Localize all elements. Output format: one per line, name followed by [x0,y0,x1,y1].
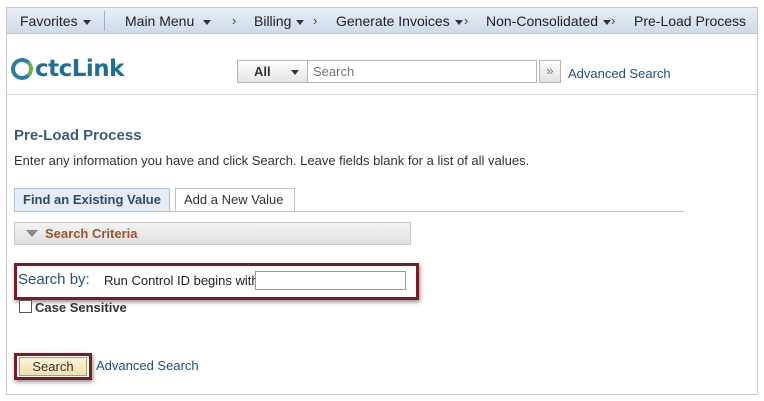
chevron-down-icon [291,70,299,75]
page-title: Pre-Load Process [14,127,142,144]
search-criteria-header[interactable]: Search Criteria [14,222,411,245]
breadcrumb-label: Billing [254,13,292,29]
breadcrumb-pre-load-process[interactable]: Pre-Load Process [634,8,746,34]
case-sensitive-checkbox[interactable] [19,300,32,313]
nav-divider [104,11,105,31]
chevron-down-icon [454,19,463,25]
tab-divider [14,211,684,212]
page-instructions: Enter any information you have and click… [14,153,530,168]
chevron-down-icon [296,19,305,25]
chevron-down-icon [82,19,91,25]
breadcrumb-label: Generate Invoices [336,13,450,29]
global-search-input[interactable] [308,60,537,83]
chevron-right-icon: › [611,13,616,28]
logo-text: ctcLink [35,56,124,82]
favorites-label: Favorites [20,13,78,29]
chevron-right-icon: › [313,13,318,28]
chevron-right-icon: › [232,13,237,28]
app-window: Favorites Main Menu › Billing › Generate… [6,7,758,395]
search-criteria-label: Search Criteria [45,226,138,241]
main-menu[interactable]: Main Menu [125,8,212,34]
advanced-search-link-header[interactable]: Advanced Search [568,66,671,81]
global-search: All » [237,60,561,83]
tab-add-new-value[interactable]: Add a New Value [175,188,295,212]
nav-bar: Favorites Main Menu › Billing › Generate… [7,8,757,34]
chevron-down-icon [603,19,612,25]
breadcrumb-non-consolidated[interactable]: Non-Consolidated [486,8,612,34]
breadcrumb-billing[interactable]: Billing [254,8,305,34]
search-go-button[interactable]: » [539,60,561,83]
advanced-search-link[interactable]: Advanced Search [96,358,199,373]
collapse-triangle-icon [26,230,38,237]
case-sensitive-label: Case Sensitive [35,300,127,315]
main-menu-label: Main Menu [125,13,195,29]
ctclink-logo: ctcLink [11,54,124,84]
chevron-down-icon [203,19,212,25]
run-control-id-label: Run Control ID begins with [104,273,259,288]
header: ctcLink All » Advanced Search [7,35,757,95]
search-scope-value: All [254,64,271,79]
breadcrumb-generate-invoices[interactable]: Generate Invoices [336,8,463,34]
chevron-right-icon: › [464,13,469,28]
tab-find-existing-value[interactable]: Find an Existing Value [14,188,170,212]
search-by-label: Search by: [18,271,90,288]
run-control-id-input[interactable] [255,271,406,290]
breadcrumb-label: Non-Consolidated [486,13,599,29]
favorites-menu[interactable]: Favorites [20,8,91,34]
search-scope-select[interactable]: All [237,60,308,83]
search-button[interactable]: Search [19,357,87,376]
logo-icon [11,58,33,80]
